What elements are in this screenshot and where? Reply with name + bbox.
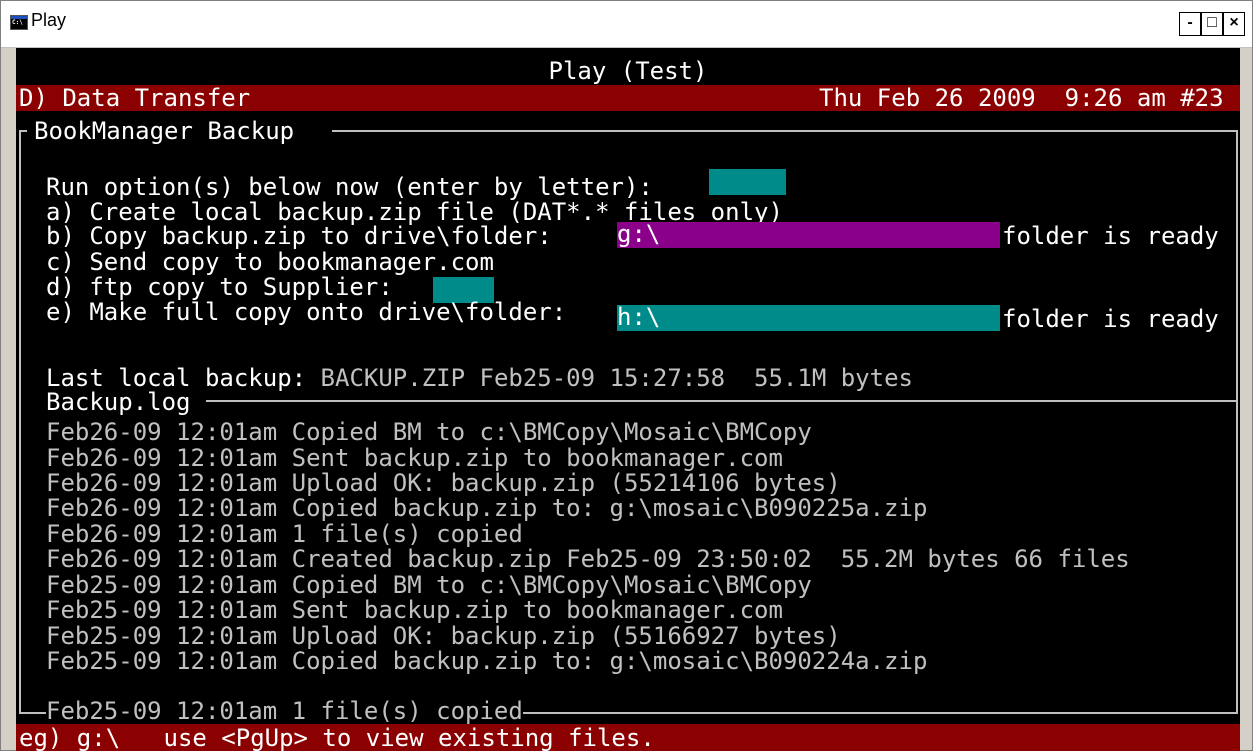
run-option-prompt: Run option(s) below now (enter by letter… <box>46 173 653 201</box>
log-entry: Feb25-09 12:01am Sent backup.zip to book… <box>46 596 783 624</box>
option-e-folder-input[interactable]: h:\ <box>617 305 1000 331</box>
console-screen[interactable]: Play (Test) D) Data Transfer Thu Feb 26 … <box>16 48 1240 751</box>
log-title: Backup.log <box>46 388 191 416</box>
close-button[interactable]: × <box>1223 12 1245 36</box>
option-c[interactable]: c) Send copy to bookmanager.com <box>46 250 494 274</box>
log-entry: Feb26-09 12:01am Copied BM to c:\BMCopy\… <box>46 418 812 446</box>
status-bar-text: eg) g:\ use <PgUp> to view existing file… <box>19 724 655 751</box>
log-entry: Feb26-09 12:01am Copied backup.zip to: g… <box>46 494 928 522</box>
log-entry: Feb25-09 12:01am Copied BM to c:\BMCopy\… <box>46 571 812 599</box>
panel-frame-right <box>1236 130 1238 714</box>
log-entry: Feb26-09 12:01am Created backup.zip Feb2… <box>46 545 1130 573</box>
option-b-folder-value: g:\ <box>617 220 661 248</box>
last-backup-line: Last local backup: BACKUP.ZIP Feb25-09 1… <box>46 366 913 390</box>
option-e[interactable]: e) Make full copy onto drive\folder: <box>46 300 566 324</box>
option-b-status: folder is ready <box>1002 222 1219 250</box>
console-window-icon[interactable] <box>10 15 28 30</box>
header-datetime: Thu Feb 26 2009 9:26 am #23 <box>819 84 1224 112</box>
maximize-button[interactable]: □ <box>1201 12 1223 36</box>
option-b-folder-input[interactable]: g:\ <box>617 222 1000 248</box>
panel-title: BookManager Backup <box>34 117 295 145</box>
log-entry: Feb26-09 12:01am 1 file(s) copied <box>46 520 523 548</box>
option-d[interactable]: d) ftp copy to Supplier: <box>46 275 393 299</box>
option-a[interactable]: a) Create local backup.zip file (DAT*.* … <box>46 200 783 224</box>
last-backup-value: BACKUP.ZIP Feb25-09 15:27:58 55.1M bytes <box>320 364 913 392</box>
panel-frame-top-right <box>332 130 1238 132</box>
run-option-input[interactable] <box>709 169 786 195</box>
log-entry: Feb26-09 12:01am Upload OK: backup.zip (… <box>46 469 841 497</box>
log-entry: Feb25-09 12:01am 1 file(s) copied <box>46 697 523 725</box>
panel-frame-left <box>19 130 21 714</box>
menu-label: D) Data Transfer <box>19 84 251 112</box>
option-b[interactable]: b) Copy backup.zip to drive\folder: <box>46 224 552 248</box>
option-e-folder-value: h:\ <box>617 303 661 331</box>
window-title: Play <box>31 10 67 30</box>
log-entry: Feb25-09 12:01am Copied backup.zip to: g… <box>46 647 928 675</box>
minimize-button[interactable]: - <box>1179 12 1201 36</box>
log-divider <box>206 400 1238 402</box>
program-title: Play (Test) <box>548 57 708 85</box>
console-window: Play - □ × Play (Test) D) Data Transfer … <box>0 0 1253 751</box>
option-e-status: folder is ready <box>1002 305 1219 333</box>
title-bar[interactable]: Play - □ × <box>1 1 1252 48</box>
log-entry: Feb25-09 12:01am Upload OK: backup.zip (… <box>46 622 841 650</box>
log-entry: Feb26-09 12:01am Sent backup.zip to book… <box>46 444 783 472</box>
